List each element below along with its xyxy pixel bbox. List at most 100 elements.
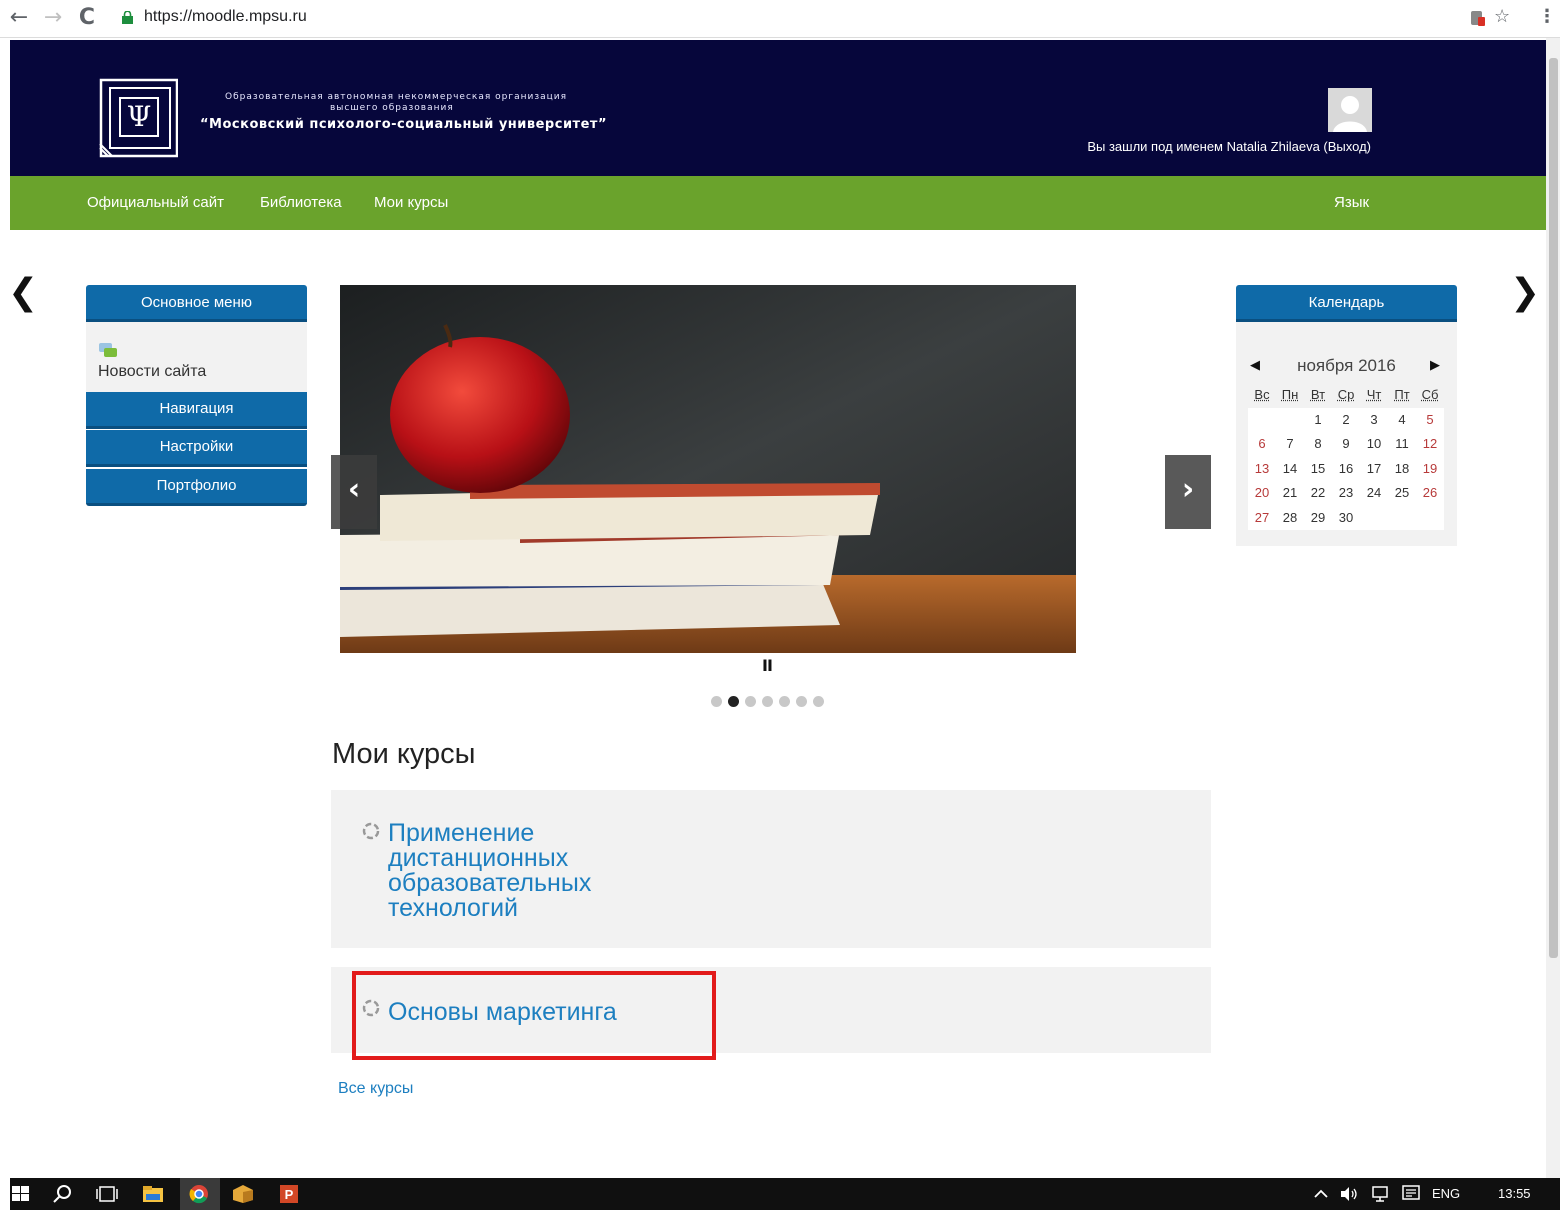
all-courses-link[interactable]: Все курсы bbox=[338, 1080, 413, 1098]
calendar-day[interactable]: 16 bbox=[1332, 457, 1360, 482]
back-icon[interactable]: ← bbox=[4, 4, 34, 32]
course-link-distance-tech[interactable]: Применение дистанционных образовательных… bbox=[388, 821, 591, 921]
slider-dot[interactable] bbox=[745, 696, 756, 707]
calendar-day[interactable]: 9 bbox=[1332, 432, 1360, 457]
calendar-day[interactable]: 10 bbox=[1360, 432, 1388, 457]
package-app-icon[interactable] bbox=[232, 1184, 254, 1204]
slider-dot[interactable] bbox=[813, 696, 824, 707]
calendar-day[interactable]: 6 bbox=[1248, 432, 1276, 457]
main-menu-body bbox=[86, 322, 307, 392]
page-scrollbar[interactable] bbox=[1546, 38, 1560, 1178]
notifications-icon[interactable] bbox=[1400, 1184, 1422, 1204]
calendar-day[interactable]: 13 bbox=[1248, 457, 1276, 482]
calendar-day bbox=[1416, 506, 1444, 531]
slider-dot[interactable] bbox=[779, 696, 790, 707]
address-bar[interactable]: https://moodle.mpsu.ru bbox=[112, 4, 1522, 32]
main-menu-header[interactable]: Основное меню bbox=[86, 285, 307, 322]
slider-dot[interactable] bbox=[762, 696, 773, 707]
page-next-arrow-icon[interactable]: ❯ bbox=[1510, 272, 1540, 313]
svg-text:P: P bbox=[285, 1187, 294, 1202]
calendar-weekday: Пн bbox=[1281, 387, 1299, 402]
calendar-day[interactable]: 19 bbox=[1416, 457, 1444, 482]
calendar-day[interactable]: 4 bbox=[1388, 408, 1416, 433]
extension-icon[interactable] bbox=[1470, 9, 1486, 27]
navigation-block-button[interactable]: Навигация bbox=[86, 392, 307, 429]
highlight-box bbox=[352, 971, 716, 1060]
nav-language[interactable]: Язык bbox=[1334, 194, 1369, 211]
calendar-day[interactable]: 12 bbox=[1416, 432, 1444, 457]
calendar-grid: Вс Пн Вт Ср Чт Пт Сб 1 2 3 4 5 6 7 8 9 10 11 12 13 14 15 16 17 1… bbox=[1248, 383, 1444, 530]
settings-block-button[interactable]: Настройки bbox=[86, 430, 307, 467]
calendar-day[interactable]: 21 bbox=[1276, 481, 1304, 506]
calendar-week-row: 6 7 8 9 10 11 12 bbox=[1248, 432, 1444, 457]
browser-menu-icon[interactable]: ⋮ bbox=[1538, 6, 1556, 27]
calendar-day[interactable]: 7 bbox=[1276, 432, 1304, 457]
calendar-prev-month-icon[interactable]: ◀ bbox=[1250, 358, 1260, 373]
calendar-day[interactable]: 11 bbox=[1388, 432, 1416, 457]
system-clock[interactable]: 13:55 bbox=[1498, 1186, 1531, 1201]
calendar-day[interactable]: 23 bbox=[1332, 481, 1360, 506]
calendar-day[interactable]: 20 bbox=[1248, 481, 1276, 506]
tray-chevron-icon[interactable] bbox=[1310, 1184, 1332, 1204]
calendar-day[interactable]: 5 bbox=[1416, 408, 1444, 433]
main-navbar: Официальный сайт Библиотека Мои курсы Яз… bbox=[10, 176, 1546, 230]
slider-dot[interactable] bbox=[728, 696, 739, 707]
powerpoint-icon[interactable]: P bbox=[278, 1184, 300, 1204]
site-news-link[interactable]: Новости сайта bbox=[98, 363, 206, 381]
calendar-month: ноября 2016 bbox=[1297, 356, 1396, 375]
calendar-day[interactable]: 18 bbox=[1388, 457, 1416, 482]
slider-pause-icon[interactable]: II bbox=[762, 656, 773, 675]
calendar-day[interactable]: 25 bbox=[1388, 481, 1416, 506]
network-icon[interactable] bbox=[1370, 1184, 1392, 1204]
calendar-day[interactable]: 1 bbox=[1304, 408, 1332, 433]
calendar-weekday-row: Вс Пн Вт Ср Чт Пт Сб bbox=[1248, 383, 1444, 408]
slider-next-button[interactable]: › bbox=[1165, 455, 1211, 529]
input-language[interactable]: ENG bbox=[1432, 1186, 1460, 1201]
task-view-icon[interactable] bbox=[96, 1184, 118, 1204]
file-explorer-icon[interactable] bbox=[142, 1184, 164, 1204]
course-title-line[interactable]: образовательных bbox=[388, 871, 591, 896]
nav-my-courses[interactable]: Мои курсы bbox=[374, 194, 448, 211]
search-icon[interactable] bbox=[52, 1184, 74, 1204]
calendar-week-row: 20 21 22 23 24 25 26 bbox=[1248, 481, 1444, 506]
user-avatar[interactable] bbox=[1328, 88, 1372, 132]
calendar-day[interactable]: 24 bbox=[1360, 481, 1388, 506]
calendar-day[interactable]: 2 bbox=[1332, 408, 1360, 433]
page-prev-arrow-icon[interactable]: ❮ bbox=[8, 272, 38, 313]
chrome-icon[interactable] bbox=[188, 1184, 210, 1204]
logged-in-user[interactable]: Вы зашли под именем Natalia Zhilaeva (Вы… bbox=[1087, 139, 1371, 154]
calendar-day[interactable]: 15 bbox=[1304, 457, 1332, 482]
scroll-thumb[interactable] bbox=[1549, 58, 1558, 958]
volume-icon[interactable] bbox=[1338, 1184, 1360, 1204]
portfolio-block-button[interactable]: Портфолио bbox=[86, 469, 307, 506]
course-title-line[interactable]: Применение bbox=[388, 821, 591, 846]
nav-official-site[interactable]: Официальный сайт bbox=[87, 194, 224, 211]
calendar-day[interactable]: 29 bbox=[1304, 506, 1332, 531]
calendar-day[interactable]: 30 bbox=[1332, 506, 1360, 531]
slider-dot[interactable] bbox=[796, 696, 807, 707]
course-title-line[interactable]: технологий bbox=[388, 896, 591, 921]
calendar-header[interactable]: Календарь bbox=[1236, 285, 1457, 322]
calendar-day[interactable]: 26 bbox=[1416, 481, 1444, 506]
university-logo[interactable]: Ψ bbox=[98, 78, 178, 158]
calendar-day bbox=[1276, 408, 1304, 433]
slider-dot[interactable] bbox=[711, 696, 722, 707]
slider-prev-button[interactable]: ‹ bbox=[331, 455, 377, 529]
forward-icon[interactable]: → bbox=[38, 4, 68, 32]
reload-icon[interactable]: C bbox=[72, 4, 102, 32]
calendar-next-month-icon[interactable]: ▶ bbox=[1430, 358, 1440, 373]
university-name: “Московский психолого-социальный универс… bbox=[200, 117, 607, 132]
calendar-day[interactable]: 3 bbox=[1360, 408, 1388, 433]
windows-start-icon[interactable] bbox=[10, 1184, 32, 1204]
calendar-day[interactable]: 22 bbox=[1304, 481, 1332, 506]
slider-dots bbox=[711, 692, 830, 707]
calendar-day[interactable]: 17 bbox=[1360, 457, 1388, 482]
calendar-day[interactable]: 28 bbox=[1276, 506, 1304, 531]
calendar-day[interactable]: 27 bbox=[1248, 506, 1276, 531]
calendar-day[interactable]: 14 bbox=[1276, 457, 1304, 482]
bookmark-star-icon[interactable]: ☆ bbox=[1494, 6, 1510, 27]
course-title-line[interactable]: дистанционных bbox=[388, 846, 591, 871]
calendar-weekday: Пт bbox=[1394, 387, 1410, 402]
nav-library[interactable]: Библиотека bbox=[260, 194, 342, 211]
calendar-day[interactable]: 8 bbox=[1304, 432, 1332, 457]
